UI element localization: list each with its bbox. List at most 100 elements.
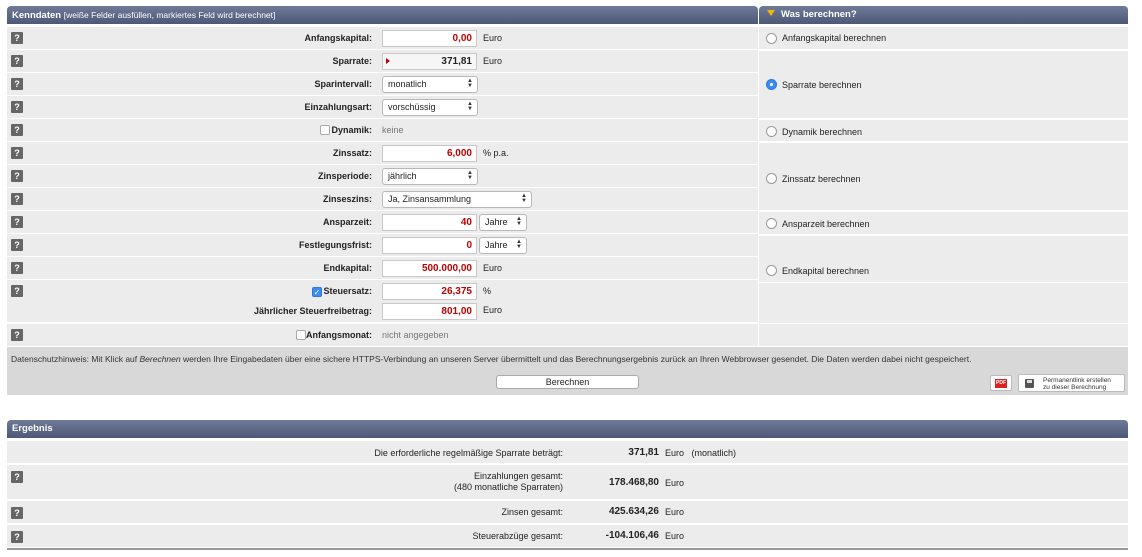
privacy-notice: Datenschutzhinweis: Mit Klick auf Berech… <box>11 354 971 364</box>
festlegungsfrist-input[interactable]: 0 <box>382 237 477 254</box>
endkapital-unit: Euro <box>483 263 503 273</box>
row-festlegungsfrist: ? Festlegungsfrist: 0 Jahre ▲ ▼ <box>7 234 758 258</box>
ansparzeit-input[interactable]: 40 <box>382 214 477 231</box>
help-icon[interactable]: ? <box>11 55 23 67</box>
ergebnis-title: Ergebnis <box>12 423 53 434</box>
privacy-text-a: Datenschutzhinweis: Mit Klick auf <box>11 354 140 364</box>
radio-anfangskapital[interactable] <box>766 33 777 44</box>
anfangsmonat-value: nicht angegeben <box>382 330 449 340</box>
select-arrows-icon: ▲ ▼ <box>467 170 473 181</box>
ergebnis-zinsen-label: Zinsen gesamt: <box>501 507 563 517</box>
permalink-button[interactable]: Permanentlink erstellen zu dieser Berechn… <box>1018 374 1125 392</box>
help-icon[interactable]: ? <box>11 531 23 543</box>
dynamik-label: Dynamik: <box>331 125 372 135</box>
anfangsmonat-label: Anfangsmonat: <box>306 330 372 340</box>
festlegungsfrist-unit: Jahre <box>485 240 508 250</box>
ergebnis-einzahlungen-label: Einzahlungen gesamt: (480 monatliche Spar… <box>454 471 563 493</box>
ansparzeit-unit-select[interactable]: Jahre ▲ ▼ <box>479 214 527 231</box>
sparintervall-value: monatlich <box>388 79 427 89</box>
row-zinssatz: ? Zinssatz: 6,000 % p.a. <box>7 142 758 166</box>
help-icon[interactable]: ? <box>11 285 23 297</box>
ergebnis-sparrate-unit: Euro (monatlich) <box>665 448 736 458</box>
help-icon[interactable]: ? <box>11 216 23 228</box>
help-icon[interactable]: ? <box>11 147 23 159</box>
steuersatz-checkbox[interactable]: ✓ <box>312 287 322 297</box>
dynamik-value: keine <box>382 125 404 135</box>
radio-sparrate[interactable] <box>766 79 777 90</box>
help-icon[interactable]: ? <box>11 170 23 182</box>
permalink-line2: zu dieser Berechnung <box>1043 384 1107 391</box>
ergebnis-zinsen-value: 425.634,26 <box>608 506 659 517</box>
sparintervall-select[interactable]: monatlich ▲ ▼ <box>382 76 478 93</box>
calculated-marker-icon <box>386 58 390 64</box>
ergebnis-sparrate-unit-text: Euro <box>665 448 685 458</box>
zinsperiode-select[interactable]: jährlich ▲ ▼ <box>382 168 478 185</box>
help-icon[interactable]: ? <box>11 78 23 90</box>
steuerfreibetrag-input[interactable]: 801,00 <box>382 303 477 320</box>
triangle-down-icon <box>767 10 775 16</box>
zinssatz-input[interactable]: 6,000 <box>382 145 477 162</box>
radio-dynamik[interactable] <box>766 126 777 137</box>
ansparzeit-unit: Jahre <box>485 217 508 227</box>
radio-ansparzeit[interactable] <box>766 218 777 229</box>
help-icon[interactable]: ? <box>11 32 23 44</box>
zinsperiode-value: jährlich <box>388 171 417 181</box>
row-zinsperiode: ? Zinsperiode: jährlich ▲ ▼ <box>7 165 758 189</box>
help-icon[interactable]: ? <box>11 507 23 519</box>
radio-zinssatz[interactable] <box>766 173 777 184</box>
option-sparrate[interactable]: Sparrate berechnen <box>759 51 1128 119</box>
option-ansparzeit[interactable]: Ansparzeit berechnen <box>759 212 1128 235</box>
ergebnis-zinsen-unit: Euro <box>665 507 685 517</box>
help-icon[interactable]: ? <box>11 239 23 251</box>
sparrate-unit: Euro <box>483 56 503 66</box>
zinseszins-select[interactable]: Ja, Zinsansammlung ▲ ▼ <box>382 191 532 208</box>
steuersatz-input[interactable]: 26,375 <box>382 283 477 300</box>
row-dynamik: ? Dynamik: keine <box>7 119 758 143</box>
permalink-line1: Permanentlink erstellen <box>1043 377 1111 384</box>
ergebnis-einzahlungen-value: 178.468,80 <box>608 477 659 488</box>
help-icon[interactable]: ? <box>11 329 23 341</box>
row-anfangsmonat: ? Anfangsmonat: nicht angegeben <box>7 324 758 348</box>
radio-endkapital[interactable] <box>766 265 777 276</box>
help-icon[interactable]: ? <box>11 262 23 274</box>
sparrate-input[interactable]: 371,81 <box>382 53 477 70</box>
pdf-icon: PDF <box>995 379 1007 388</box>
anfangskapital-input[interactable]: 0,00 <box>382 30 477 47</box>
berechnen-button[interactable]: Berechnen <box>496 375 639 389</box>
einzahlungsart-select[interactable]: vorschüssig ▲ ▼ <box>382 99 478 116</box>
endkapital-input[interactable]: 500.000,00 <box>382 260 477 277</box>
kenndaten-header: Kenndaten [weiße Felder ausfüllen, marki… <box>7 6 758 24</box>
option-label: Zinssatz berechnen <box>782 174 861 184</box>
help-icon[interactable]: ? <box>11 193 23 205</box>
was-berechnen-title: Was berechnen? <box>781 9 857 20</box>
pdf-button[interactable]: PDF <box>990 375 1012 391</box>
sparintervall-label: Sparintervall: <box>314 79 372 89</box>
row-zinseszins: ? Zinseszins: Ja, Zinsansammlung ▲ ▼ <box>7 188 758 212</box>
option-zinssatz[interactable]: Zinssatz berechnen <box>759 143 1128 211</box>
select-arrows-icon: ▲ ▼ <box>516 216 522 227</box>
option-endkapital[interactable]: Endkapital berechnen <box>759 236 1128 347</box>
help-icon[interactable]: ? <box>11 471 23 483</box>
option-dynamik[interactable]: Dynamik berechnen <box>759 120 1128 142</box>
help-icon[interactable]: ? <box>11 101 23 113</box>
steuerfreibetrag-unit: Euro <box>483 305 503 315</box>
ergebnis-sparrate-extra: (monatlich) <box>691 448 737 458</box>
zinssatz-label: Zinssatz: <box>332 148 372 158</box>
privacy-bar: Datenschutzhinweis: Mit Klick auf Berech… <box>7 347 1128 395</box>
row-steuer: ? ✓ Steuersatz: 26,375 % Jährlicher Steu… <box>7 280 758 323</box>
zinseszins-value: Ja, Zinsansammlung <box>388 194 472 204</box>
dynamik-checkbox[interactable] <box>320 125 330 135</box>
bottom-rule <box>7 548 1128 550</box>
help-icon[interactable]: ? <box>11 124 23 136</box>
steuerfreibetrag-label: Jährlicher Steuerfreibetrag: <box>253 306 372 316</box>
option-label: Ansparzeit berechnen <box>782 219 870 229</box>
anfangsmonat-checkbox[interactable] <box>296 330 306 340</box>
row-sparintervall: ? Sparintervall: monatlich ▲ ▼ <box>7 73 758 97</box>
option-anfangskapital[interactable]: Anfangskapital berechnen <box>759 27 1128 50</box>
option-label: Anfangskapital berechnen <box>782 33 887 43</box>
ergebnis-row-einzahlungen: ? Einzahlungen gesamt: (480 monatliche Sp… <box>7 465 1128 500</box>
festlegungsfrist-unit-select[interactable]: Jahre ▲ ▼ <box>479 237 527 254</box>
kenndaten-title: Kenndaten <box>12 10 62 21</box>
zinssatz-unit: % p.a. <box>483 148 509 158</box>
option-label: Endkapital berechnen <box>782 266 870 276</box>
